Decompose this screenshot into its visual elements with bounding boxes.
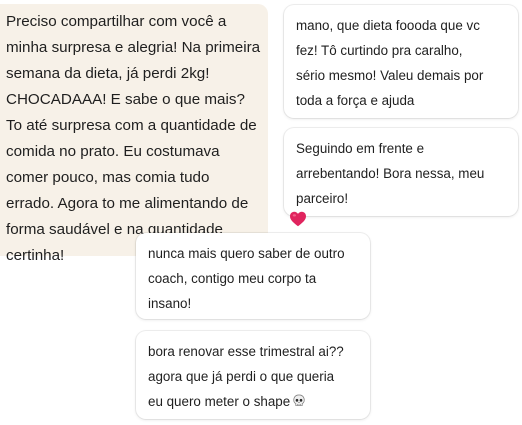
message-bubble-received[interactable]: Preciso compartilhar com você a minha su… [0,4,268,264]
red-heart-icon[interactable] [289,211,307,227]
message-text: bora renovar esse trimestral ai?? agora … [148,344,344,409]
message-bubble-sent[interactable]: Seguindo em frente e arrebentando! Bora … [284,128,518,216]
message-bubble-sent[interactable]: nunca mais quero saber de outro coach, c… [136,233,370,319]
message-bubble-sent[interactable]: mano, que dieta foooda que vc fez! Tô cu… [284,5,518,118]
skull-icon [292,391,306,406]
message-bubble-sent[interactable]: bora renovar esse trimestral ai?? agora … [136,331,370,419]
